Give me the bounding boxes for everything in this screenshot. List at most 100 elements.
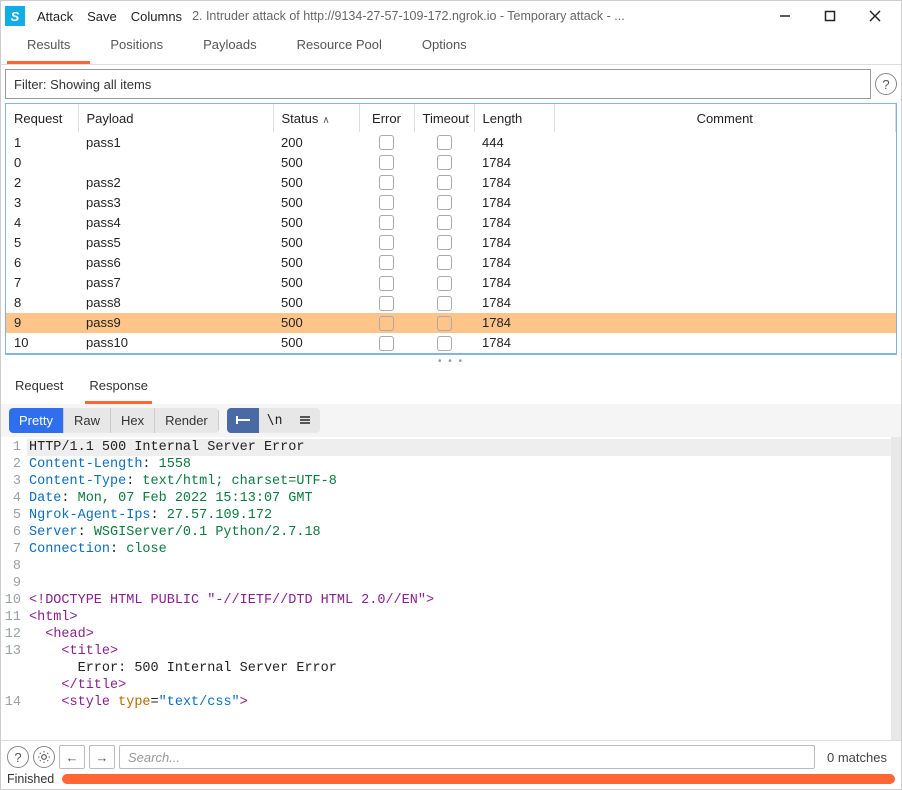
menu-attack[interactable]: Attack <box>37 9 73 24</box>
error-checkbox[interactable] <box>379 215 394 230</box>
cell-timeout <box>414 152 474 172</box>
maximize-button[interactable] <box>807 1 852 31</box>
table-row[interactable]: 10pass105001784 <box>6 333 896 353</box>
table-row[interactable]: 3pass35001784 <box>6 192 896 212</box>
view-render-button[interactable]: Render <box>155 408 219 433</box>
cell-timeout <box>414 252 474 272</box>
burp-app-icon: S <box>5 6 25 26</box>
timeout-checkbox[interactable] <box>437 235 452 250</box>
line-wrap-icon[interactable] <box>290 408 320 433</box>
error-checkbox[interactable] <box>379 296 394 311</box>
table-row[interactable]: 8pass85001784 <box>6 293 896 313</box>
search-input[interactable]: Search... <box>119 745 815 769</box>
resp-line-6: Server: WSGIServer/0.1 Python/2.7.18 <box>27 524 891 541</box>
tab-positions[interactable]: Positions <box>90 29 183 64</box>
error-checkbox[interactable] <box>379 135 394 150</box>
titlebar: S Attack Save Columns 2. Intruder attack… <box>1 1 901 31</box>
view-raw-button[interactable]: Raw <box>64 408 111 433</box>
resp-line-13-text: Error: 500 Internal Server Error <box>27 660 891 677</box>
cell-status: 200 <box>273 132 359 152</box>
cell-comment <box>554 192 896 212</box>
table-row[interactable]: 5pass55001784 <box>6 232 896 252</box>
table-row[interactable]: 9pass95001784 <box>6 313 896 333</box>
status-text: Finished <box>7 772 54 786</box>
menu-columns[interactable]: Columns <box>131 9 182 24</box>
table-row[interactable]: 7pass75001784 <box>6 272 896 292</box>
cell-length: 444 <box>474 132 554 152</box>
error-checkbox[interactable] <box>379 155 394 170</box>
col-length[interactable]: Length <box>474 104 554 132</box>
newline-display-icon[interactable]: \n <box>259 408 291 433</box>
col-error[interactable]: Error <box>359 104 414 132</box>
cell-timeout <box>414 293 474 313</box>
error-checkbox[interactable] <box>379 276 394 291</box>
show-nonprintable-icon[interactable] <box>227 408 259 433</box>
error-checkbox[interactable] <box>379 235 394 250</box>
timeout-checkbox[interactable] <box>437 336 452 351</box>
view-pretty-button[interactable]: Pretty <box>9 408 64 433</box>
table-row[interactable]: 4pass45001784 <box>6 212 896 232</box>
cell-timeout <box>414 192 474 212</box>
timeout-checkbox[interactable] <box>437 155 452 170</box>
cell-error <box>359 212 414 232</box>
col-status[interactable]: Status∧ <box>273 104 359 132</box>
table-row[interactable]: 1pass1200444 <box>6 132 896 152</box>
search-next-button[interactable]: → <box>89 745 115 769</box>
cell-comment <box>554 272 896 292</box>
cell-error <box>359 272 414 292</box>
sort-asc-icon: ∧ <box>322 115 329 126</box>
subtab-request[interactable]: Request <box>11 374 67 404</box>
search-prev-button[interactable]: ← <box>59 745 85 769</box>
timeout-checkbox[interactable] <box>437 316 452 331</box>
viewer-toolbar: Pretty Raw Hex Render \n <box>1 404 901 437</box>
minimize-button[interactable] <box>762 1 807 31</box>
error-checkbox[interactable] <box>379 195 394 210</box>
splitter-handle[interactable]: • • • <box>5 354 897 368</box>
col-timeout[interactable]: Timeout <box>414 104 474 132</box>
resp-line-14: <style type="text/css"> <box>27 694 891 711</box>
timeout-checkbox[interactable] <box>437 276 452 291</box>
cell-comment <box>554 252 896 272</box>
timeout-checkbox[interactable] <box>437 195 452 210</box>
tab-resource-pool[interactable]: Resource Pool <box>277 29 402 64</box>
cell-timeout <box>414 132 474 152</box>
error-checkbox[interactable] <box>379 255 394 270</box>
col-request[interactable]: Request <box>6 104 78 132</box>
table-row[interactable]: 05001784 <box>6 152 896 172</box>
close-button[interactable] <box>852 1 897 31</box>
subtab-response[interactable]: Response <box>85 374 152 404</box>
error-checkbox[interactable] <box>379 336 394 351</box>
col-payload[interactable]: Payload <box>78 104 273 132</box>
window-title: 2. Intruder attack of http://9134-27-57-… <box>192 9 762 23</box>
error-checkbox[interactable] <box>379 316 394 331</box>
view-hex-button[interactable]: Hex <box>111 408 155 433</box>
timeout-checkbox[interactable] <box>437 215 452 230</box>
cell-timeout <box>414 272 474 292</box>
filter-box[interactable]: Filter: Showing all items <box>5 69 871 99</box>
cell-status: 500 <box>273 313 359 333</box>
timeout-checkbox[interactable] <box>437 255 452 270</box>
resp-line-10: <!DOCTYPE HTML PUBLIC "-//IETF//DTD HTML… <box>27 592 891 609</box>
menu-save[interactable]: Save <box>87 9 117 24</box>
help-icon[interactable]: ? <box>7 746 29 768</box>
cell-payload: pass9 <box>78 313 273 333</box>
tab-payloads[interactable]: Payloads <box>183 29 276 64</box>
settings-gear-icon[interactable] <box>33 746 55 768</box>
table-row[interactable]: 2pass25001784 <box>6 172 896 192</box>
tab-results[interactable]: Results <box>7 29 90 64</box>
results-table: Request Payload Status∧ Error Timeout Le… <box>6 104 896 353</box>
timeout-checkbox[interactable] <box>437 135 452 150</box>
cell-comment <box>554 212 896 232</box>
timeout-checkbox[interactable] <box>437 296 452 311</box>
results-table-wrap: Request Payload Status∧ Error Timeout Le… <box>5 103 897 354</box>
cell-request: 2 <box>6 172 78 192</box>
timeout-checkbox[interactable] <box>437 175 452 190</box>
tab-options[interactable]: Options <box>402 29 487 64</box>
table-row[interactable]: 6pass65001784 <box>6 252 896 272</box>
response-editor[interactable]: 1HTTP/1.1 500 Internal Server Error 2Con… <box>1 437 901 740</box>
col-comment[interactable]: Comment <box>554 104 896 132</box>
cell-payload: pass2 <box>78 172 273 192</box>
error-checkbox[interactable] <box>379 175 394 190</box>
cell-request: 4 <box>6 212 78 232</box>
help-icon[interactable]: ? <box>875 73 897 95</box>
